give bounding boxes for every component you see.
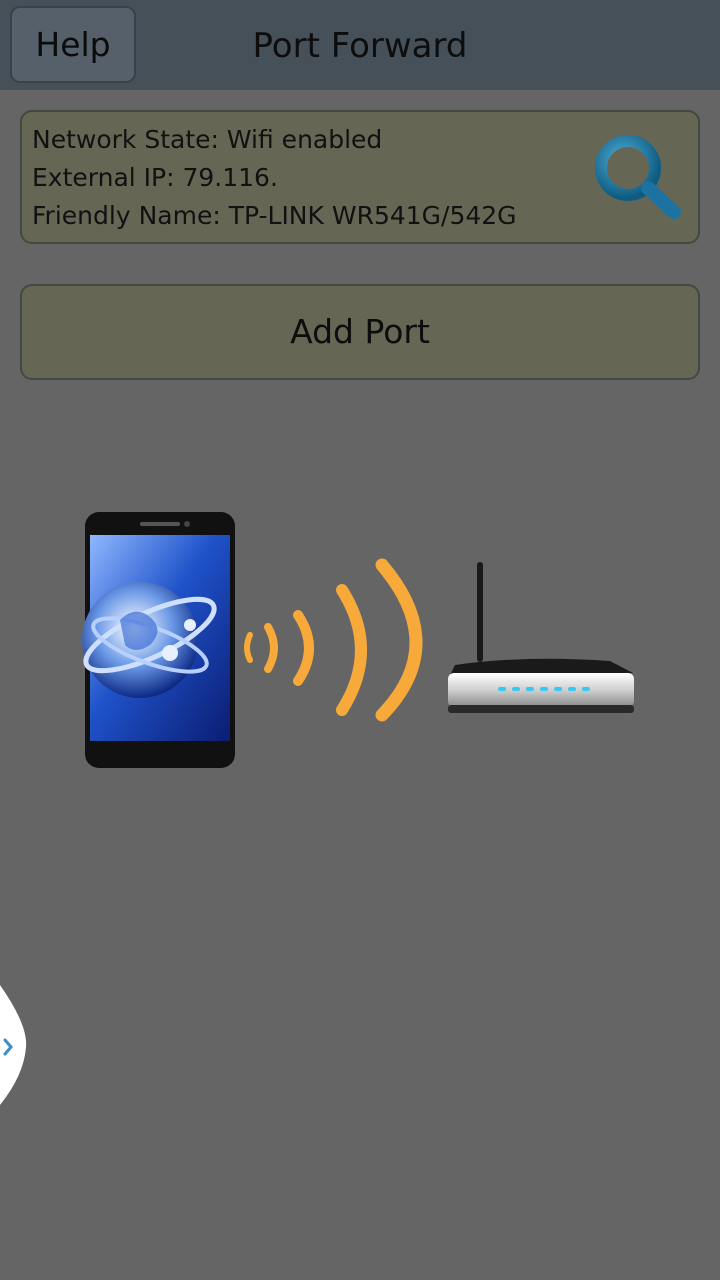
phone-router-illustration	[82, 512, 634, 768]
external-ip-text: External IP: 79.116.	[32, 163, 278, 192]
network-state-text: Network State: Wifi enabled	[32, 125, 383, 154]
smartphone-icon	[82, 512, 235, 768]
help-button[interactable]: Help	[10, 6, 136, 83]
router-icon	[448, 562, 634, 713]
network-info-card: Network State: Wifi enabled External IP:…	[20, 110, 700, 244]
search-icon[interactable]	[592, 132, 686, 226]
friendly-name-text: Friendly Name: TP-LINK WR541G/542G	[32, 201, 517, 230]
wifi-signal-icon	[244, 558, 423, 722]
side-drawer-handle[interactable]	[0, 985, 28, 1105]
add-port-button[interactable]: Add Port	[20, 284, 700, 380]
app-header: Help Port Forward	[0, 0, 720, 90]
